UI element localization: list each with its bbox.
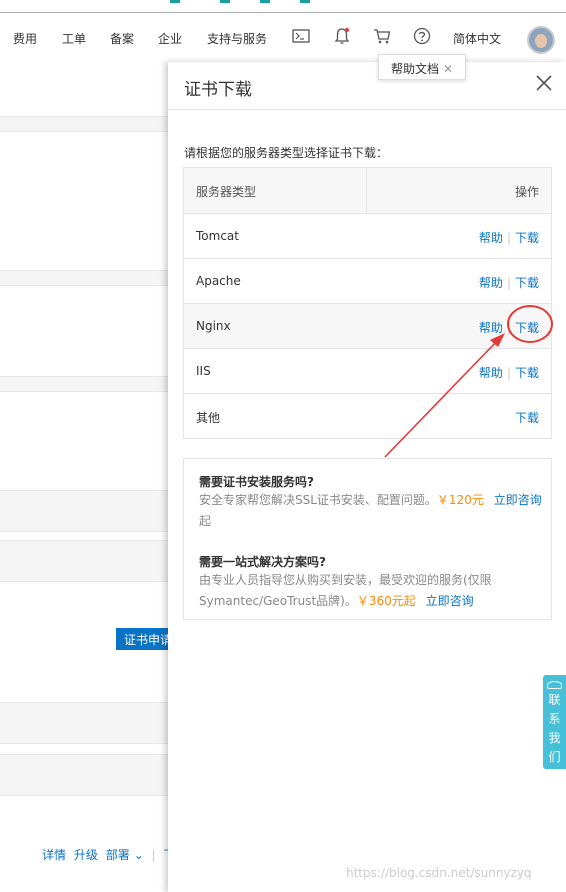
service-info-box: 需要证书安装服务吗? 安全专家帮您解决SSL证书安装、配置问题。￥120元 立即… (183, 458, 552, 620)
table-row: Apache 帮助 | 下载 (184, 258, 551, 303)
help-docs-tooltip[interactable]: 帮助文档 ✕ (378, 54, 466, 80)
table-row: 其他 下载 (184, 393, 551, 438)
cart-icon[interactable] (372, 26, 392, 46)
install-service-text: 安全专家帮您解决SSL证书安装、配置问题。￥120元 立即咨询 起 (199, 493, 542, 528)
download-link[interactable]: 下载 (515, 366, 539, 380)
install-price: ￥120元 (436, 493, 484, 507)
download-link[interactable]: 下载 (515, 411, 539, 425)
col-server-type: 服务器类型 (196, 185, 257, 199)
table-row: IIS 帮助 | 下载 (184, 348, 551, 393)
nav-support[interactable]: 支持与服务 (207, 30, 267, 47)
apply-certificate-button[interactable]: 证书申请 (116, 628, 168, 650)
annotation-circle (507, 305, 553, 343)
instruction-text: 请根据您的服务器类型选择证书下载： (184, 146, 389, 160)
solution-text: 由专业人员指导您从购买到安装，最受欢迎的服务(仅限Symantec/GeoTru… (199, 573, 492, 608)
help-link[interactable]: 帮助 (479, 276, 503, 290)
details-link[interactable]: 详情 (42, 848, 66, 862)
consult-link[interactable]: 立即咨询 (426, 594, 474, 608)
help-link[interactable]: 帮助 (479, 231, 503, 245)
watermark: https://blog.csdn.net/sunnyzyq (346, 866, 532, 880)
certificate-download-drawer: 证书下载 请根据您的服务器类型选择证书下载： 服务器类型 操作 Tomcat 帮… (168, 62, 566, 892)
install-service-question: 需要证书安装服务吗? (199, 475, 314, 489)
contact-us-tab[interactable]: 联系我们 (543, 675, 566, 769)
divider (168, 109, 566, 110)
nav-fees[interactable]: 费用 (13, 30, 37, 47)
download-link[interactable]: 下载 (515, 276, 539, 290)
left-strip (0, 702, 168, 744)
row-actions: 详情 升级 部署⌄ | 下 (42, 846, 179, 863)
server-table: 服务器类型 操作 Tomcat 帮助 | 下载 Apache 帮助 | 下载 Nginx… (183, 167, 552, 439)
table-row: Nginx 帮助 | 下载 (184, 303, 551, 348)
consult-link[interactable]: 立即咨询 (494, 493, 542, 507)
solution-price: ￥360元起 (356, 594, 416, 608)
drawer-title: 证书下载 (184, 80, 252, 100)
terminal-icon[interactable] (291, 26, 311, 46)
help-link[interactable]: 帮助 (479, 321, 503, 335)
server-name: 其他 (196, 411, 221, 425)
nav-enterprise[interactable]: 企业 (158, 30, 182, 47)
col-action: 操作 (514, 185, 539, 199)
download-link[interactable]: 下载 (515, 231, 539, 245)
close-icon[interactable]: ✕ (443, 62, 453, 76)
left-strip (0, 270, 168, 286)
top-strip (160, 0, 360, 10)
help-icon[interactable] (412, 26, 432, 46)
left-strip (0, 116, 168, 132)
upgrade-link[interactable]: 升级 (74, 848, 98, 862)
server-name: Apache (196, 274, 241, 288)
help-link[interactable]: 帮助 (479, 366, 503, 380)
nav-tickets[interactable]: 工单 (62, 30, 86, 47)
left-strip (0, 754, 168, 796)
language-switch[interactable]: 简体中文 (453, 30, 501, 47)
server-name: Nginx (196, 319, 231, 333)
deploy-link[interactable]: 部署 (106, 848, 130, 862)
headset-icon (547, 681, 562, 689)
left-strip (0, 376, 168, 392)
left-strip (0, 540, 168, 582)
left-content (0, 62, 168, 892)
nav-filing[interactable]: 备案 (110, 30, 134, 47)
table-header: 服务器类型 操作 (184, 168, 551, 213)
server-name: IIS (196, 364, 211, 378)
left-strip (0, 490, 168, 532)
solution-question: 需要一站式解决方案吗? (199, 555, 326, 569)
server-name: Tomcat (196, 229, 239, 243)
table-row: Tomcat 帮助 | 下载 (184, 213, 551, 258)
close-icon[interactable] (535, 74, 555, 94)
chevron-down-icon: ⌄ (133, 848, 144, 862)
avatar[interactable] (527, 26, 555, 54)
bell-icon[interactable] (332, 26, 352, 46)
